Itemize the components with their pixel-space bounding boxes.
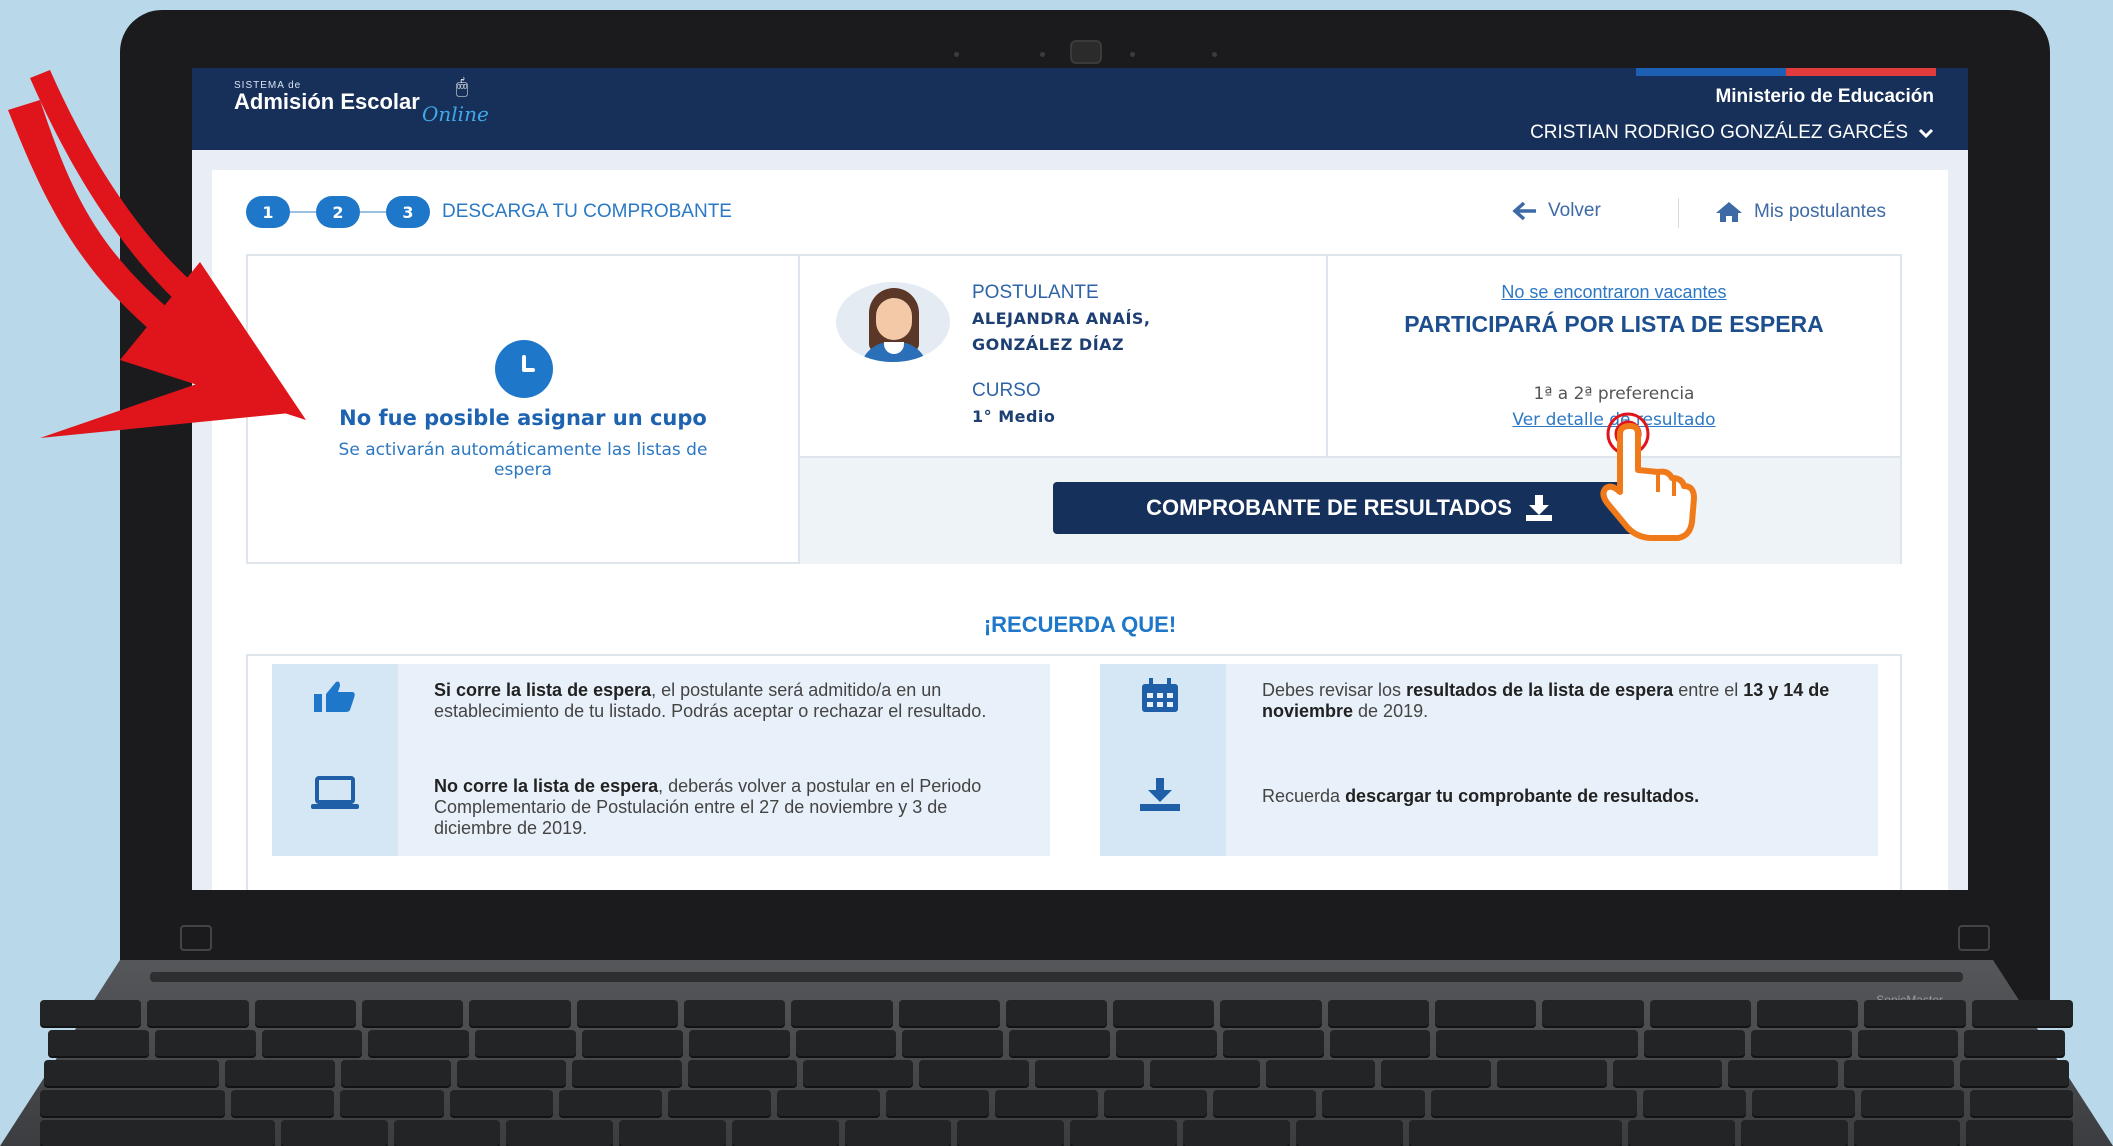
no-vacancies-link[interactable]: No se encontraron vacantes <box>1328 282 1900 303</box>
content-area: 1 2 3 DESCARGA TU COMPROBANTE Volver Mis… <box>192 150 1968 890</box>
logo-main-text: Admisión Escolar <box>234 89 420 114</box>
download-area: COMPROBANTE DE RESULTADOS <box>800 456 1900 564</box>
clock-icon <box>495 340 553 398</box>
reminder-item-2: No corre la lista de espera, deberás vol… <box>434 776 982 838</box>
applicant-name-line1: ALEJANDRA ANAÍS, <box>972 309 1151 328</box>
camera-dot <box>1130 52 1135 57</box>
result-box: No fue posible asignar un cupo Se activa… <box>246 254 1902 564</box>
app-header: SISTEMA de Admisión Escolar 🖱 Online Min… <box>192 68 1968 150</box>
applicant-name-line2: GONZÁLEZ DÍAZ <box>972 335 1125 354</box>
logo-online-text: Online <box>422 102 489 126</box>
preference-range: 1ª a 2ª preferencia <box>1533 384 1695 404</box>
camera-dot <box>1212 52 1217 57</box>
status-title: No fue posible asignar un cupo <box>339 406 707 430</box>
postulantes-label: Mis postulantes <box>1754 201 1887 222</box>
stepper: 1 2 3 DESCARGA TU COMPROBANTE <box>246 196 732 228</box>
user-menu[interactable]: CRISTIAN RODRIGO GONZÁLEZ GARCÉS <box>1530 122 1934 144</box>
status-panel: No fue posible asignar un cupo Se activa… <box>248 256 800 562</box>
thumbs-up-icon <box>314 681 355 712</box>
mis-postulantes-link[interactable]: Mis postulantes <box>1714 200 1886 224</box>
reminder-panel-left: Si corre la lista de espera, el postulan… <box>272 664 1050 856</box>
result-detail-link[interactable]: Ver detalle de resultado <box>1328 410 1900 430</box>
reminder-item-3: Debes revisar los resultados de la lista… <box>1262 680 1830 721</box>
download-receipt-button[interactable]: COMPROBANTE DE RESULTADOS <box>1053 482 1645 534</box>
reminder-item-4: Recuerda descargar tu comprobante de res… <box>1262 786 1700 806</box>
download-icon <box>1140 778 1180 811</box>
mouse-icon: 🖱 <box>456 74 468 98</box>
download-button-label: COMPROBANTE DE RESULTADOS <box>1146 495 1512 520</box>
chevron-down-icon <box>1918 128 1934 139</box>
arrow-left-icon <box>1512 201 1536 221</box>
applicant-label: POSTULANTE <box>972 282 1099 303</box>
reminder-item-1: Si corre la lista de espera, el postulan… <box>434 680 987 721</box>
step-3: 3 <box>386 196 430 228</box>
calendar-icon <box>1142 678 1178 712</box>
avatar <box>836 282 950 362</box>
app-logo[interactable]: SISTEMA de Admisión Escolar <box>234 80 420 113</box>
back-link[interactable]: Volver <box>1512 200 1601 222</box>
nav-divider <box>1678 198 1679 228</box>
back-label: Volver <box>1548 200 1601 221</box>
ministry-name: Ministerio de Educación <box>1715 86 1934 107</box>
step-label: DESCARGA TU COMPROBANTE <box>442 201 732 222</box>
flag-stripe <box>1636 68 1936 76</box>
user-name: CRISTIAN RODRIGO GONZÁLEZ GARCÉS <box>1530 122 1908 143</box>
main-card: 1 2 3 DESCARGA TU COMPROBANTE Volver Mis… <box>212 170 1948 890</box>
reminder-panel-right: Debes revisar los resultados de la lista… <box>1100 664 1878 856</box>
home-icon <box>1716 202 1742 222</box>
status-subtitle: Se activarán automáticamente las listas … <box>338 440 708 480</box>
keyboard <box>40 1000 2074 1146</box>
result-detail-panel: No se encontraron vacantes PARTICIPARÁ P… <box>1328 256 1900 456</box>
webcam-icon <box>1070 40 1102 64</box>
reminder-title: ¡RECUERDA QUE! <box>983 612 1177 637</box>
waitlist-title: PARTICIPARÁ POR LISTA DE ESPERA <box>1404 311 1824 337</box>
course-label: CURSO <box>972 380 1041 401</box>
applicant-panel: POSTULANTE ALEJANDRA ANAÍS, GONZÁLEZ DÍA… <box>800 256 1328 456</box>
keyboard-hinge <box>150 972 1963 982</box>
reminder-box: Si corre la lista de espera, el postulan… <box>246 654 1902 890</box>
lid-bumper <box>1958 925 1990 951</box>
download-icon <box>1525 495 1552 521</box>
camera-dot <box>1040 52 1045 57</box>
lid-bumper <box>180 925 212 951</box>
step-1: 1 <box>246 196 290 228</box>
laptop-screen: SISTEMA de Admisión Escolar 🖱 Online Min… <box>192 68 1968 890</box>
camera-dot <box>954 52 959 57</box>
step-2: 2 <box>316 196 360 228</box>
course-value: 1° Medio <box>972 407 1056 426</box>
laptop-icon <box>311 776 359 809</box>
